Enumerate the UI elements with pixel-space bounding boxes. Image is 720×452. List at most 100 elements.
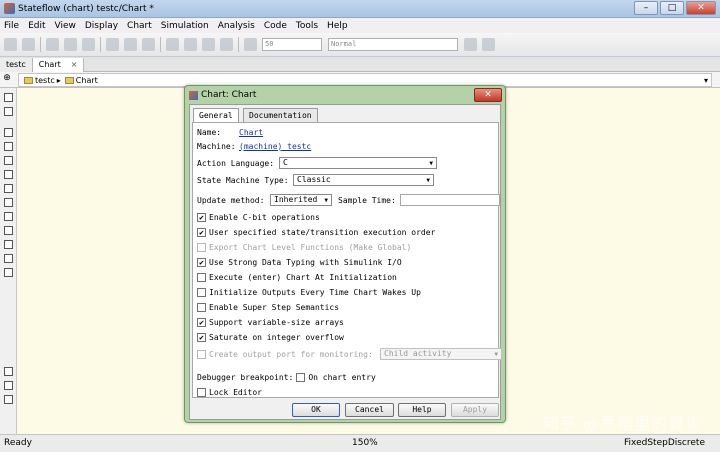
menu-view[interactable]: View — [55, 21, 76, 31]
dropdown-arrow-icon: ▼ — [429, 160, 433, 167]
document-tab-bar: testc Chart × — [0, 58, 720, 72]
machine-label: Machine: — [197, 141, 236, 151]
action-language-select[interactable]: C ▼ — [279, 157, 437, 169]
new-icon[interactable] — [4, 38, 17, 51]
save-icon[interactable] — [22, 38, 35, 51]
output-port-value: Child activity — [384, 349, 452, 358]
output-port-select[interactable]: Child activity ▼ — [380, 348, 502, 360]
explore-icon[interactable] — [4, 381, 13, 390]
chart-icon — [189, 90, 198, 100]
option-checkbox[interactable]: ✔ — [197, 317, 206, 327]
update-method-label: Update method: — [197, 195, 265, 205]
tab-documentation[interactable]: Documentation — [243, 108, 318, 122]
breadcrumb-root[interactable]: testc — [35, 76, 55, 85]
lock-editor-label: Lock Editor — [209, 387, 262, 397]
option-checkbox[interactable] — [197, 302, 206, 312]
option-checkbox[interactable] — [197, 272, 206, 282]
tab-chart[interactable]: Chart × — [32, 58, 85, 72]
forward-icon[interactable] — [64, 38, 77, 51]
history-junction-icon[interactable] — [4, 240, 13, 249]
cancel-button[interactable]: Cancel — [345, 403, 394, 417]
close-button[interactable]: ✕ — [686, 1, 716, 15]
graphical-function-icon[interactable] — [4, 184, 13, 193]
dialog-close-button[interactable]: ✕ — [474, 88, 502, 102]
menu-simulation[interactable]: Simulation — [161, 21, 209, 31]
option-checkbox[interactable]: ✔ — [197, 332, 206, 342]
output-port-checkbox[interactable] — [197, 349, 206, 359]
option-row: ✔ Support variable-size arrays — [197, 316, 344, 328]
simulink-function-icon[interactable] — [4, 212, 13, 221]
sample-time-input[interactable] — [400, 194, 500, 206]
matlab-function-icon[interactable] — [4, 198, 13, 207]
apply-button[interactable]: Apply — [451, 403, 499, 417]
back-icon[interactable] — [46, 38, 59, 51]
title-bar: Stateflow (chart) testc/Chart * – □ ✕ — [0, 0, 720, 18]
minimize-button[interactable]: – — [634, 1, 658, 15]
menu-display[interactable]: Display — [85, 21, 118, 31]
tab-testc[interactable]: testc — [0, 58, 33, 72]
menu-help[interactable]: Help — [327, 21, 348, 31]
option-checkbox[interactable]: ✔ — [197, 227, 206, 237]
lock-editor-checkbox[interactable] — [197, 387, 206, 397]
box-icon[interactable] — [4, 142, 13, 151]
menu-chart[interactable]: Chart — [127, 21, 152, 31]
toolbar-separator — [160, 37, 161, 52]
option-checkbox[interactable] — [197, 242, 206, 252]
dialog-body: General Documentation Name: Chart Machin… — [189, 104, 502, 420]
state-icon[interactable] — [4, 128, 13, 137]
menu-analysis[interactable]: Analysis — [218, 21, 255, 31]
explorer-icon[interactable] — [142, 38, 155, 51]
hide-browser-icon[interactable]: ⊕ — [0, 73, 14, 87]
menu-edit[interactable]: Edit — [28, 21, 45, 31]
name-link[interactable]: Chart — [239, 128, 263, 137]
default-transition-icon[interactable] — [4, 170, 13, 179]
fit-view-icon[interactable] — [4, 107, 13, 116]
step-back-icon[interactable] — [166, 38, 179, 51]
expand-palette-icon[interactable] — [4, 395, 13, 404]
junction-icon[interactable] — [4, 156, 13, 165]
menu-file[interactable]: File — [4, 21, 19, 31]
annotation-icon[interactable] — [4, 254, 13, 263]
menu-code[interactable]: Code — [264, 21, 287, 31]
action-language-label: Action Language: — [197, 158, 275, 168]
general-panel: Name: Chart Machine: (machine) testc Act… — [192, 122, 502, 398]
on-chart-entry-label: On chart entry — [308, 372, 376, 382]
zoom-icon[interactable] — [4, 93, 13, 102]
on-chart-entry-checkbox[interactable] — [296, 372, 306, 382]
option-checkbox[interactable]: ✔ — [197, 212, 206, 222]
option-label: Use Strong Data Typing with Simulink I/O — [209, 257, 402, 267]
step-forward-icon[interactable] — [202, 38, 215, 51]
ok-button[interactable]: OK — [292, 403, 340, 417]
run-icon[interactable] — [184, 38, 197, 51]
help-button[interactable]: Help — [398, 403, 446, 417]
menu-tools[interactable]: Tools — [296, 21, 318, 31]
machine-link[interactable]: (machine) testc — [239, 142, 311, 151]
chart-properties-dialog: Chart: Chart ✕ General Documentation Nam… — [184, 85, 506, 423]
screenshot-icon[interactable] — [4, 367, 13, 376]
settings-icon[interactable] — [124, 38, 137, 51]
library-icon[interactable] — [106, 38, 119, 51]
tab-close-icon[interactable]: × — [71, 60, 78, 69]
dialog-title-bar: Chart: Chart — [189, 89, 256, 101]
option-checkbox[interactable] — [197, 287, 206, 297]
maximize-button[interactable]: □ — [660, 1, 684, 15]
stop-time-input[interactable]: 50 — [262, 38, 322, 51]
state-machine-type-select[interactable]: Classic ▼ — [293, 174, 434, 186]
option-row: Enable Super Step Semantics — [197, 301, 339, 313]
breadcrumb-chart[interactable]: Chart — [76, 76, 98, 85]
truth-table-icon[interactable] — [4, 226, 13, 235]
stop-icon[interactable] — [220, 38, 233, 51]
update-method-select[interactable]: Inherited ▼ — [270, 194, 332, 206]
menu-bar: File Edit View Display Chart Simulation … — [0, 18, 720, 33]
option-row: Export Chart Level Functions (Make Globa… — [197, 241, 411, 253]
model-advisor-icon[interactable] — [464, 38, 477, 51]
grid-icon[interactable] — [482, 38, 495, 51]
status-bar: Ready 150% FixedStepDiscrete — [0, 434, 720, 452]
option-checkbox[interactable]: ✔ — [197, 257, 206, 267]
simulation-mode-select[interactable]: Normal — [328, 38, 458, 51]
image-icon[interactable] — [4, 268, 13, 277]
up-icon[interactable] — [82, 38, 95, 51]
breadcrumb-dropdown-icon[interactable]: ▾ — [704, 76, 708, 85]
scope-icon[interactable] — [244, 38, 257, 51]
tab-general[interactable]: General — [193, 108, 239, 123]
